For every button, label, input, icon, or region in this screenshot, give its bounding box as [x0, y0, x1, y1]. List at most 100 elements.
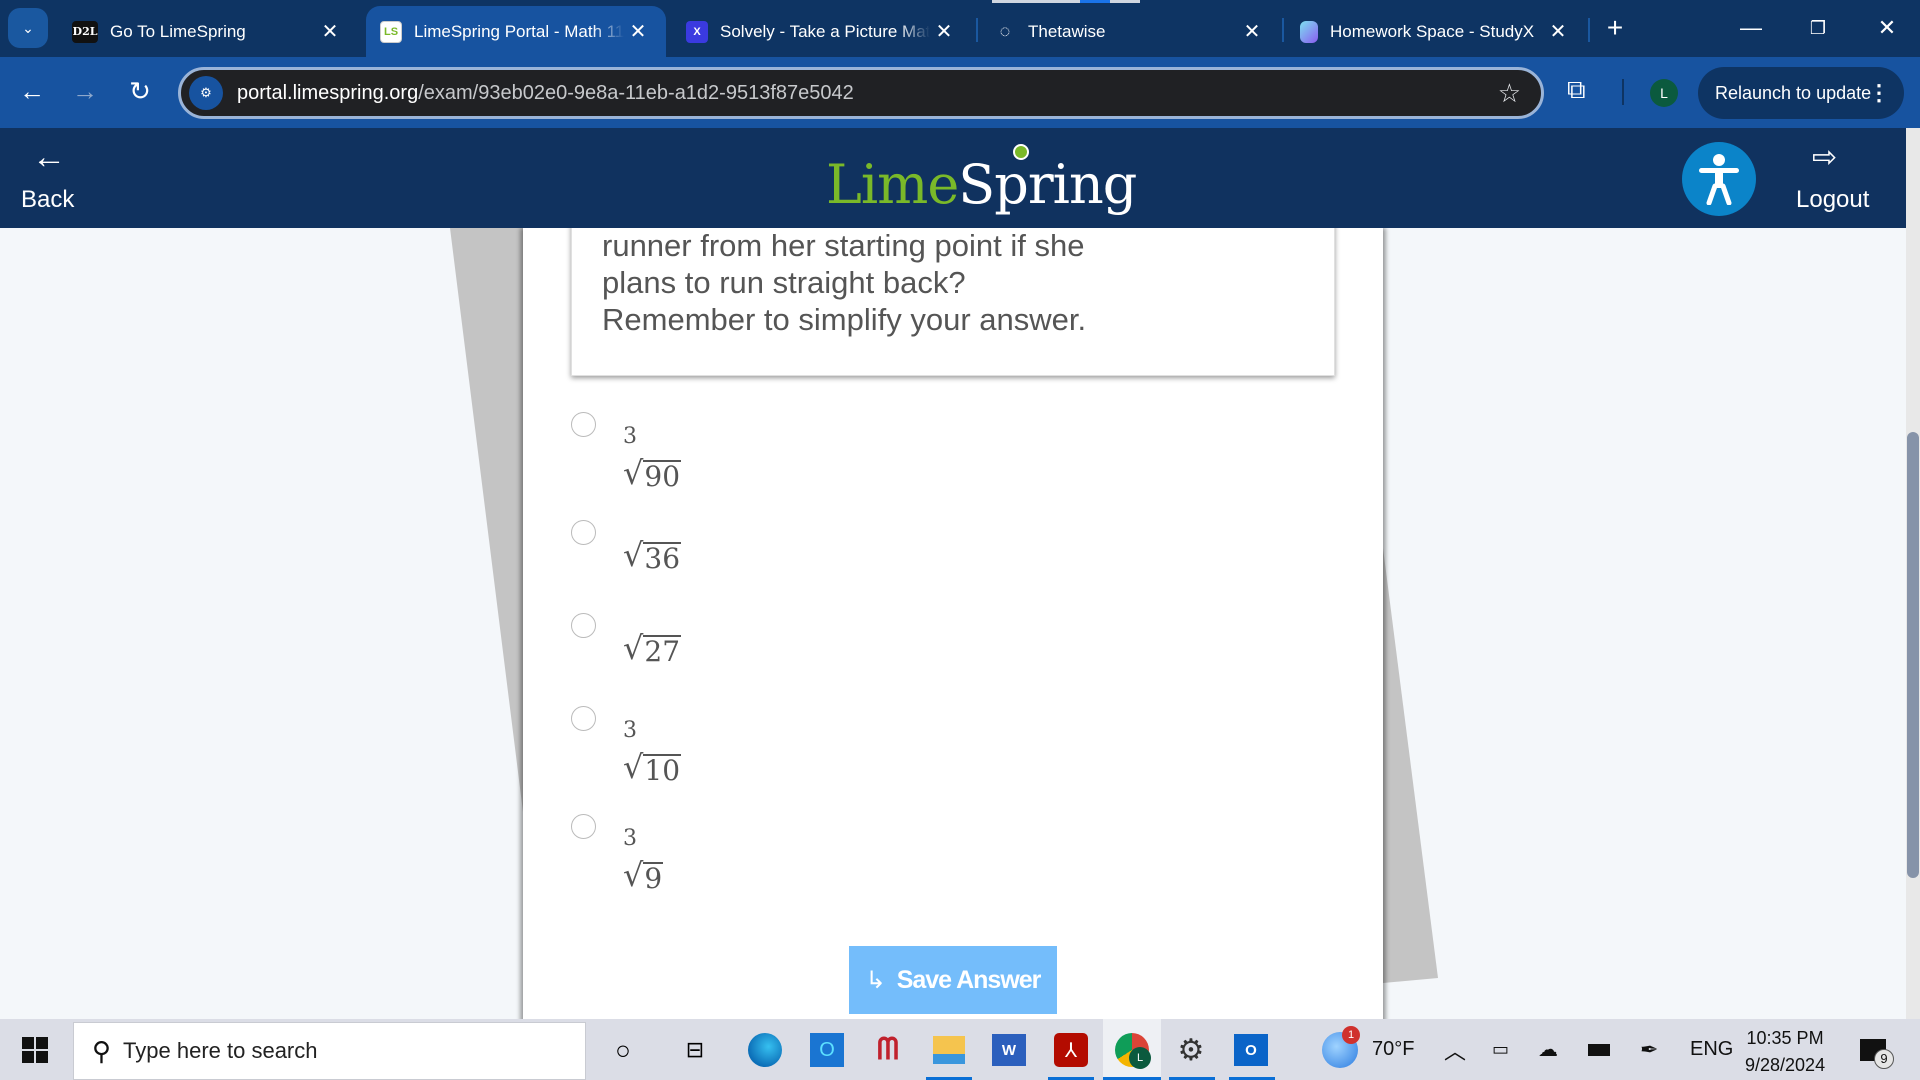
- notification-count-badge: 9: [1874, 1048, 1894, 1069]
- tab-go-to-limespring[interactable]: D2L Go To LimeSpring ✕: [58, 6, 358, 57]
- choice-radical: √ 90: [623, 454, 682, 492]
- weather-rain-icon: 1: [1322, 1025, 1360, 1068]
- relaunch-to-update-button[interactable]: Relaunch to update ⋮: [1698, 67, 1904, 119]
- tab-title: Homework Space - StudyX: [1330, 21, 1535, 41]
- forward-nav-button[interactable]: →: [65, 71, 105, 111]
- notification-center-button[interactable]: 9: [1860, 1019, 1894, 1080]
- choice-radicand: 36: [643, 542, 682, 575]
- close-tab-icon[interactable]: ✕: [930, 19, 958, 44]
- onedrive-sync-icon[interactable]: ☁: [1538, 1019, 1558, 1080]
- choice-radical: √ 36: [623, 536, 682, 575]
- relaunch-label: Relaunch to update: [1715, 82, 1872, 103]
- choice-coefficient: 3: [623, 826, 637, 851]
- choice-coefficient: 3: [623, 718, 637, 743]
- profile-avatar[interactable]: L: [1650, 79, 1678, 107]
- edge-browser-icon[interactable]: [746, 1031, 784, 1069]
- back-nav-button[interactable]: ←: [12, 71, 52, 111]
- outlook-icon[interactable]: O: [1232, 1031, 1270, 1069]
- address-bar[interactable]: ⚙ portal.limespring.org/exam/93eb02e0-9e…: [178, 67, 1544, 119]
- meet-now-icon[interactable]: ▭: [1492, 1019, 1509, 1080]
- file-explorer-icon[interactable]: [930, 1031, 968, 1069]
- accessibility-person-icon: [1699, 154, 1739, 205]
- close-window-button[interactable]: ✕: [1862, 8, 1912, 48]
- close-tab-icon[interactable]: ✕: [624, 19, 652, 44]
- chevron-down-icon: ⌄: [22, 19, 34, 36]
- save-answer-label: Save Answer: [896, 965, 1042, 994]
- close-tab-icon[interactable]: ✕: [1238, 19, 1266, 44]
- weather-temperature: 70°F: [1372, 1038, 1415, 1060]
- url-path: /exam/93eb02e0-9e8a-11eb-a1d2-9513f87e50…: [418, 81, 854, 104]
- restore-button[interactable]: ❐: [1793, 8, 1843, 48]
- settings-gear-icon[interactable]: ⚙: [1172, 1031, 1210, 1069]
- square-root-icon: √: [623, 629, 644, 667]
- close-tab-icon[interactable]: ✕: [1544, 19, 1572, 44]
- tab-title: Solvely - Take a Picture Math: [720, 21, 930, 41]
- answer-radio[interactable]: [571, 814, 596, 839]
- plus-icon: +: [1606, 12, 1624, 43]
- mcafee-icon[interactable]: ᗰ: [869, 1031, 907, 1069]
- answer-radio[interactable]: [571, 520, 596, 545]
- tab-limespring-portal[interactable]: LS LimeSpring Portal - Math 11 ✕: [366, 6, 666, 57]
- show-hidden-icons-chevron[interactable]: ︿: [1444, 1019, 1466, 1080]
- thetawise-favicon-icon: ◌: [999, 21, 1011, 41]
- tab-loading-indicator: [1080, 0, 1110, 3]
- minimize-button[interactable]: —: [1726, 8, 1776, 48]
- site-info-icon[interactable]: ⚙: [189, 76, 223, 110]
- tab-search-button[interactable]: ⌄: [8, 8, 48, 48]
- more-menu-icon[interactable]: ⋮: [1868, 80, 1890, 106]
- windows-logo-icon: [22, 1037, 34, 1049]
- close-tab-icon[interactable]: ✕: [316, 19, 344, 44]
- tab-separator: [1282, 18, 1284, 42]
- d2l-favicon-icon: D2L: [72, 20, 98, 43]
- task-view-icon[interactable]: ⊟: [676, 1031, 714, 1069]
- input-language-indicator[interactable]: ENG: [1690, 1019, 1733, 1080]
- clock-time: 10:35 PM: [1746, 1028, 1824, 1048]
- accessibility-button[interactable]: [1682, 142, 1756, 216]
- save-answer-button[interactable]: ↳ Save Answer: [849, 946, 1057, 1014]
- answer-radio[interactable]: [571, 706, 596, 731]
- choice-radicand: 9: [643, 862, 664, 895]
- profile-initial: L: [1660, 85, 1668, 101]
- tab-separator: [976, 18, 978, 42]
- scrollbar-thumb[interactable]: [1907, 432, 1919, 878]
- new-tab-button[interactable]: +: [1590, 8, 1640, 48]
- tab-title: Go To LimeSpring: [110, 21, 246, 41]
- square-root-icon: √: [623, 748, 644, 786]
- tab-solvely[interactable]: X Solvely - Take a Picture Math ✕: [672, 6, 972, 57]
- question-line: plans to run straight back?: [602, 265, 966, 300]
- chrome-icon[interactable]: L: [1113, 1031, 1151, 1069]
- minimize-icon: —: [1740, 15, 1762, 40]
- extensions-puzzle-icon[interactable]: ⧉: [1567, 74, 1586, 106]
- acrobat-icon[interactable]: ⅄: [1052, 1031, 1090, 1069]
- back-label: Back: [21, 186, 75, 213]
- restore-icon: ❐: [1809, 17, 1827, 38]
- word-icon[interactable]: W: [990, 1031, 1028, 1069]
- logout-label: Logout: [1796, 186, 1870, 213]
- reload-button[interactable]: ↻: [120, 71, 160, 111]
- return-arrow-icon: ↳: [865, 966, 886, 994]
- choice-coefficient: 3: [623, 424, 637, 449]
- question-paper: jogs 9 miles north, then 3 miles west...…: [523, 228, 1383, 1019]
- system-clock[interactable]: 10:35 PM 9/28/2024: [1745, 1025, 1825, 1079]
- taskbar-search-box[interactable]: ⚲ Type here to search: [73, 1022, 586, 1080]
- cortana-app-icon[interactable]: O: [808, 1031, 846, 1069]
- answer-radio[interactable]: [571, 412, 596, 437]
- tab-loading-bar: [992, 0, 1140, 3]
- search-icon: ⚲: [92, 1035, 112, 1066]
- logo-play-dot-icon: [1013, 144, 1029, 160]
- battery-icon[interactable]: [1588, 1019, 1610, 1080]
- tab-studyx[interactable]: Homework Space - StudyX ✕: [1286, 6, 1586, 57]
- right-page-shadow-wedge: [1383, 548, 1438, 983]
- choice-radicand: 27: [643, 635, 682, 668]
- windows-start-button[interactable]: [22, 1037, 48, 1063]
- choice-radical: √ 10: [623, 748, 682, 786]
- answer-radio[interactable]: [571, 613, 596, 638]
- bookmark-star-icon[interactable]: ☆: [1498, 78, 1521, 109]
- weather-widget[interactable]: 1 70°F: [1322, 1019, 1414, 1080]
- search-placeholder: Type here to search: [123, 1038, 318, 1063]
- page-scrollbar[interactable]: [1906, 128, 1920, 1019]
- tab-thetawise[interactable]: ◌ Thetawise ✕: [980, 6, 1280, 57]
- choice-radical: √ 9: [623, 856, 664, 895]
- pen-workspace-icon[interactable]: ✒: [1640, 1019, 1658, 1080]
- cortana-icon[interactable]: ○: [604, 1031, 642, 1069]
